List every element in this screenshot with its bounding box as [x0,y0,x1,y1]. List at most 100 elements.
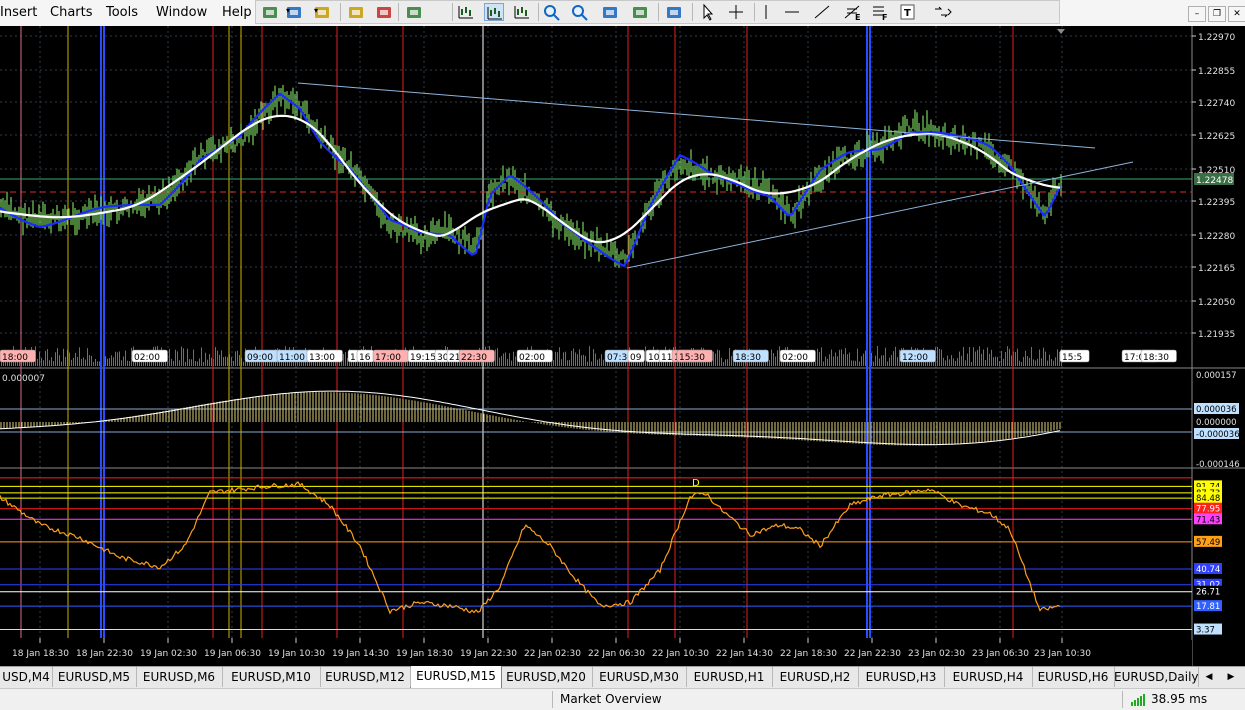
tab-eurusd-h2[interactable]: EURUSD,H2 [772,667,859,687]
volume-bar [91,355,92,366]
volume-bar [105,356,106,366]
line-chart-icon[interactable] [512,3,532,21]
volume-bar [203,361,204,366]
minimize-button[interactable]: – [1188,6,1206,22]
volume-bar [1041,358,1042,366]
crosshair-icon[interactable] [726,3,746,21]
tab-eurusd-m30[interactable]: EURUSD,M30 [592,667,687,687]
menu-charts[interactable]: Charts [50,5,93,20]
tab-eurusd-m12[interactable]: EURUSD,M12 [320,667,411,687]
tab-scroll-right-icon[interactable]: ▶ [1224,669,1238,685]
cursor-icon[interactable] [698,3,718,21]
horizontal-line-icon[interactable] [782,3,802,21]
new-order-icon[interactable] [404,3,424,21]
dropdown-arrow-icon[interactable]: ▾ [286,6,290,15]
close-button[interactable]: ✕ [1228,6,1245,22]
volume-bar [199,358,200,366]
tab-eurusd-m6[interactable]: EURUSD,M6 [136,667,223,687]
menu-tools[interactable]: Tools [106,5,138,20]
navigator-icon[interactable] [346,3,366,21]
tab-eurusd-m10[interactable]: EURUSD,M10 [222,667,321,687]
restore-button[interactable]: ❐ [1208,6,1226,22]
svg-text:T: T [904,8,911,19]
tab-eurusd-m15[interactable]: EURUSD,M15 [410,666,502,689]
menu-insert[interactable]: Insert [0,5,37,20]
volume-bar [969,347,970,366]
tab-scroll-left-icon[interactable]: ◀ [1202,669,1216,685]
chart-window[interactable]: 18:00 02:00 09:00 11:00 13:00 1 16 17:00 19:15 30… [0,26,1245,666]
volume-bar [731,356,732,366]
event-tag-label: 11 [661,353,672,363]
volume-bar [561,359,562,366]
time-label: 23 Jan 06:30 [972,649,1029,659]
zoom-out-icon[interactable] [570,3,590,21]
new-chart-icon[interactable] [260,3,280,21]
volume-bar [557,352,558,366]
tab-eurusd-h3[interactable]: EURUSD,H3 [858,667,945,687]
volume-bar [983,349,984,366]
volume-bar [723,361,724,366]
arrows-icon[interactable] [932,3,952,21]
volume-bar [1039,349,1040,366]
event-tag-label: 1 [350,353,356,363]
volume-bar [571,350,572,366]
volume-bar [563,352,564,366]
oscillator-level-label: 84.48 [1196,494,1220,504]
event-tag-label: 12:00 [902,353,928,363]
tab-usd-m4[interactable]: USD,M4 [0,667,53,687]
tile-windows-icon[interactable] [600,3,620,21]
tab-eurusd-h6[interactable]: EURUSD,H6 [1032,667,1115,687]
volume-bar [37,358,38,366]
candlestick-icon[interactable] [484,3,504,21]
market-overview-label[interactable]: Market Overview [560,692,662,706]
trendline-icon[interactable] [812,3,832,21]
price-label: 1.21935 [1198,330,1235,340]
volume-bar [181,346,182,366]
volume-bar [177,351,178,366]
volume-bar [893,351,894,366]
volume-bar [85,359,86,366]
volume-bar [49,360,50,366]
tab-eurusd-daily[interactable]: EURUSD,Daily [1114,667,1199,687]
chart-shift-icon[interactable] [664,3,684,21]
volume-bar [1009,348,1010,366]
volume-bar [69,352,70,366]
volume-bar [769,360,770,366]
auto-scroll-icon[interactable] [630,3,650,21]
volume-bar [243,361,244,366]
volume-bar [897,357,898,366]
volume-bar [819,352,820,366]
volume-bar [975,351,976,366]
menu-help[interactable]: Help [222,5,252,20]
strategy-tester-icon[interactable] [374,3,394,21]
oscillator-marker: D [692,478,700,489]
menu-window[interactable]: Window [156,5,207,20]
volume-bar [871,352,872,366]
volume-bar [65,357,66,366]
volume-bar [497,348,498,366]
vertical-line-icon[interactable] [756,3,776,21]
volume-bar [967,353,968,366]
tab-eurusd-h4[interactable]: EURUSD,H4 [944,667,1033,687]
tab-eurusd-m20[interactable]: EURUSD,M20 [500,667,593,687]
text-icon[interactable]: T [898,3,918,21]
volume-bar [175,349,176,366]
text-label-icon[interactable]: F [870,3,890,22]
oscillator-level-label: 57.49 [1196,538,1220,548]
tab-eurusd-m5[interactable]: EURUSD,M5 [52,667,137,687]
event-tag-label: 10 [648,353,660,363]
bar-chart-icon[interactable] [456,3,476,21]
zoom-in-icon[interactable] [542,3,562,21]
dropdown-arrow-icon[interactable]: ▾ [314,6,318,15]
volume-bar [231,357,232,366]
event-tag-label: 18:00 [2,353,28,363]
volume-bar [601,354,602,366]
event-tag-label: 15:30 [679,353,705,363]
volume-bar [235,351,236,366]
volume-bar [879,358,880,366]
volume-bar [125,350,126,366]
fibonacci-icon[interactable]: E [842,3,862,22]
volume-bar [863,353,864,366]
tab-eurusd-h1[interactable]: EURUSD,H1 [686,667,773,687]
volume-bar [715,353,716,366]
